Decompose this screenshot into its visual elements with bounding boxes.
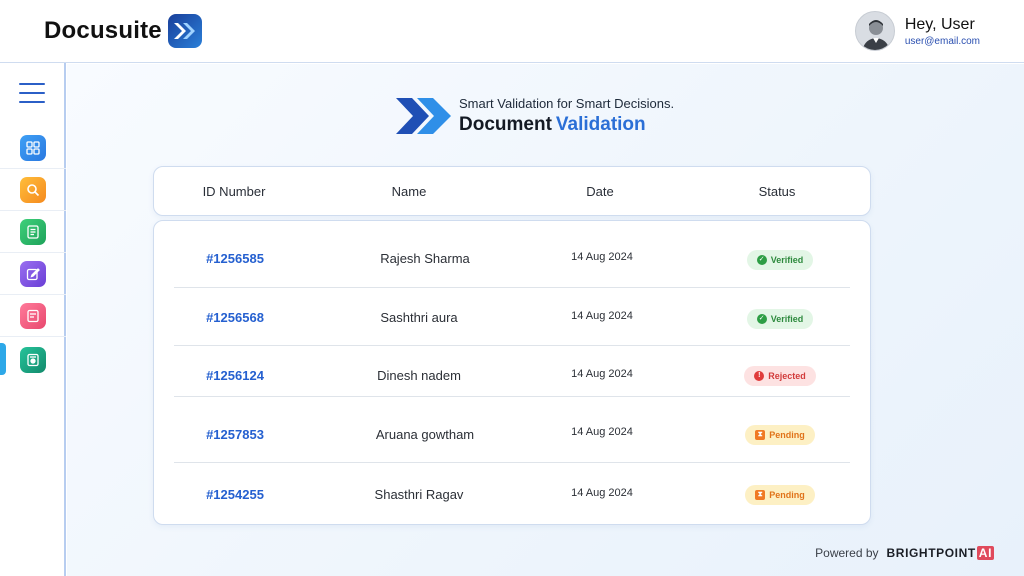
- powered-by-label: Powered by: [815, 546, 879, 560]
- user-info: Hey, User user@email.com: [905, 16, 980, 47]
- sidebar-item-validation[interactable]: [0, 339, 66, 381]
- sidebar-item-reports[interactable]: [0, 295, 66, 337]
- row-date: 14 Aug 2024: [571, 368, 633, 380]
- row-id-link[interactable]: #1256568: [174, 310, 296, 325]
- row-name: Shasthri Ragav: [374, 487, 464, 502]
- brand[interactable]: Docusuite: [44, 14, 202, 48]
- active-indicator: [0, 343, 6, 375]
- sidebar-item-documents[interactable]: [0, 211, 66, 253]
- check-icon: ✓: [756, 314, 767, 324]
- document-icon: [20, 218, 46, 245]
- check-icon: ✓: [756, 255, 767, 265]
- report-icon: [20, 302, 46, 329]
- chevron-logo-icon: [396, 98, 451, 134]
- hourglass-icon: ⧗: [755, 430, 766, 440]
- table-body: #1256585 Rajesh Sharma 14 Aug 2024 ✓ Ver…: [153, 220, 871, 525]
- column-header-id: ID Number: [202, 184, 266, 199]
- status-badge: ✓ Verified: [746, 309, 814, 329]
- row-id-link[interactable]: #1257853: [174, 427, 296, 442]
- hourglass-icon: ⧗: [755, 490, 766, 500]
- page-title-part1: Document: [459, 114, 552, 135]
- main-content: Smart Validation for Smart Decisions. Do…: [67, 64, 1024, 576]
- user-greeting: Hey, User: [904, 15, 975, 33]
- row-id-link[interactable]: #1254255: [174, 487, 296, 502]
- column-header-status: Status: [758, 184, 796, 199]
- column-header-date: Date: [586, 184, 614, 199]
- status-badge: ! Rejected: [744, 366, 816, 386]
- validation-icon: [20, 347, 46, 373]
- brightpoint-logo: BRIGHTPOINT AI: [886, 546, 994, 560]
- edit-icon: [20, 260, 46, 287]
- search-icon: [20, 176, 46, 203]
- row-id-link[interactable]: #1256585: [174, 251, 296, 266]
- top-header: Docusuite Hey, User user@email.com: [0, 0, 1024, 63]
- hamburger-menu-icon[interactable]: [19, 83, 45, 103]
- page-title: Document Validation: [459, 114, 674, 136]
- page-tagline: Smart Validation for Smart Decisions.: [459, 96, 675, 111]
- table-row[interactable]: #1256568 Sashthri aura 14 Aug 2024 ✓ Ver…: [174, 288, 850, 346]
- row-name: Sashthri aura: [380, 310, 458, 325]
- column-header-name: Name: [391, 184, 427, 199]
- row-name: Dinesh nadem: [377, 368, 461, 383]
- footer: Powered by BRIGHTPOINT AI: [815, 546, 994, 560]
- table-row[interactable]: #1256585 Rajesh Sharma 14 Aug 2024 ✓ Ver…: [174, 221, 850, 288]
- user-profile[interactable]: Hey, User user@email.com: [854, 11, 980, 51]
- status-badge: ⧗ Pending: [745, 425, 815, 445]
- row-date: 14 Aug 2024: [571, 251, 633, 263]
- sidebar-item-edit[interactable]: [0, 253, 66, 295]
- row-name: Aruana gowtham: [375, 427, 475, 442]
- row-date: 14 Aug 2024: [571, 487, 633, 499]
- page-title-part2: Validation: [555, 114, 646, 135]
- docusuite-logo-icon: [167, 14, 202, 48]
- brand-name: Docusuite: [44, 17, 162, 44]
- row-id-link[interactable]: #1256124: [174, 368, 296, 383]
- avatar[interactable]: [854, 11, 895, 51]
- table-row[interactable]: #1254255 Shasthri Ragav 14 Aug 2024 ⧗ Pe…: [174, 463, 850, 526]
- sidebar-item-dashboard[interactable]: [0, 127, 66, 169]
- table-header: ID Number Name Date Status: [153, 166, 871, 216]
- status-badge: ⧗ Pending: [745, 485, 815, 505]
- page-title-block: Smart Validation for Smart Decisions. Do…: [395, 96, 674, 136]
- table-row[interactable]: #1256124 Dinesh nadem 14 Aug 2024 ! Reje…: [174, 346, 850, 397]
- user-email: user@email.com: [904, 35, 980, 47]
- sidebar-item-search[interactable]: [0, 169, 66, 211]
- dashboard-icon: [20, 134, 46, 161]
- row-date: 14 Aug 2024: [571, 426, 633, 438]
- row-date: 14 Aug 2024: [571, 310, 633, 322]
- status-badge: ✓ Verified: [746, 250, 814, 270]
- table-row[interactable]: #1257853 Aruana gowtham 14 Aug 2024 ⧗ Pe…: [174, 397, 850, 463]
- row-name: Rajesh Sharma: [380, 251, 470, 266]
- sidebar: [0, 63, 66, 576]
- alert-icon: !: [754, 371, 765, 381]
